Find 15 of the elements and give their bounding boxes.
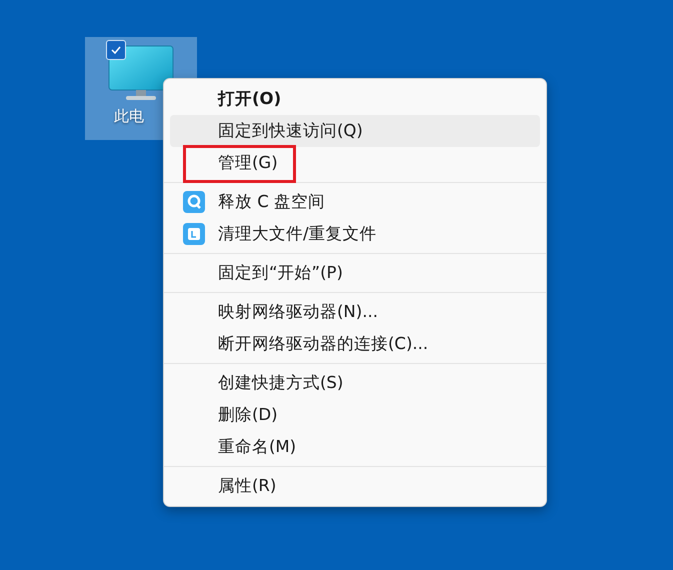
menu-item[interactable]: 管理(G) [170, 147, 540, 179]
icon-label: 此电 [113, 107, 144, 126]
menu-item[interactable]: 固定到快速访问(Q) [170, 115, 540, 147]
menu-item[interactable]: 创建快捷方式(S) [170, 367, 540, 399]
checkmark-icon [110, 44, 122, 56]
menu-item[interactable]: 释放 C 盘空间 [170, 186, 540, 218]
menu-item[interactable]: 断开网络驱动器的连接(C)... [170, 328, 540, 360]
menu-item[interactable]: 映射网络驱动器(N)... [170, 296, 540, 328]
menu-item[interactable]: 重命名(M) [170, 431, 540, 463]
menu-item[interactable]: 固定到“开始”(P) [170, 257, 540, 289]
menu-item[interactable]: 删除(D) [170, 399, 540, 431]
menu-item[interactable]: 属性(R) [170, 470, 540, 502]
checkbox[interactable] [106, 40, 126, 60]
magnifier-app-icon [183, 191, 205, 213]
menu-item[interactable]: 清理大文件/重复文件 [170, 218, 540, 250]
